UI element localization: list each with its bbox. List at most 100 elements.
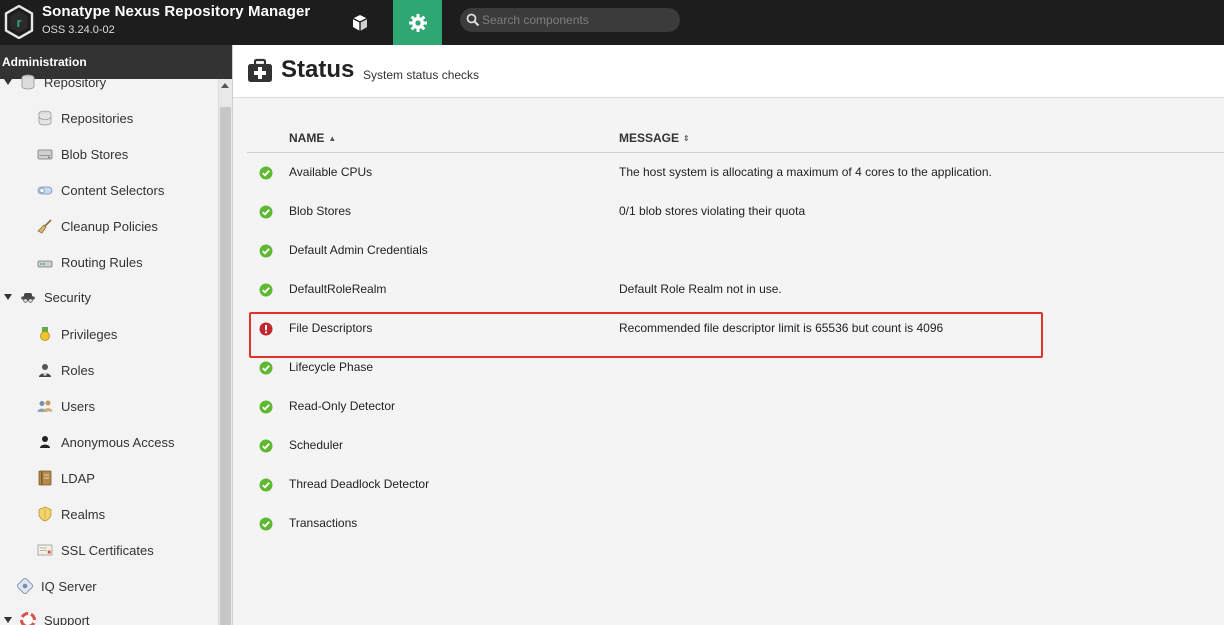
role-icon xyxy=(39,364,51,377)
table-header: NAME ▲ MESSAGE ⇕ xyxy=(247,120,1224,153)
sidebar-item-repositories[interactable]: Repositories xyxy=(37,106,133,130)
iq-icon xyxy=(17,578,33,594)
table-row[interactable]: Scheduler xyxy=(247,426,1224,465)
row-message: The host system is allocating a maximum … xyxy=(619,165,992,179)
sidebar-item-label: Users xyxy=(61,398,95,414)
row-name: File Descriptors xyxy=(289,321,373,335)
sidebar-item-label: Content Selectors xyxy=(61,182,165,198)
sidebar-item-label: Security xyxy=(44,289,91,305)
table-row[interactable]: Read-Only Detector xyxy=(247,387,1224,426)
medal-icon xyxy=(40,327,50,341)
sidebar-item-privileges[interactable]: Privileges xyxy=(37,322,117,346)
sidebar-item-iq-server[interactable]: IQ Server xyxy=(17,574,97,598)
search-icon xyxy=(466,13,480,27)
sidebar: Administration Repository Repositories B… xyxy=(0,45,233,625)
sidebar-item-label: Privileges xyxy=(61,326,118,342)
row-name: Scheduler xyxy=(289,438,344,452)
sidebar-item-anonymous-access[interactable]: Anonymous Access xyxy=(37,430,174,454)
sidebar-item-label: Repositories xyxy=(61,110,134,126)
table-row[interactable]: Lifecycle Phase xyxy=(247,348,1224,387)
sidebar-item-label: Repository xyxy=(44,74,107,90)
sidebar-item-routing-rules[interactable]: Routing Rules xyxy=(37,250,143,274)
database-icon xyxy=(38,110,52,126)
sidebar-item-content-selectors[interactable]: Content Selectors xyxy=(37,178,164,202)
column-header-message[interactable]: MESSAGE ⇕ xyxy=(619,131,690,145)
sidebar-item-ldap[interactable]: LDAP xyxy=(37,466,95,490)
shield-icon xyxy=(38,506,52,522)
drive-icon xyxy=(37,149,53,160)
row-name: Thread Deadlock Detector xyxy=(289,477,430,491)
scroll-up-arrow-icon[interactable] xyxy=(221,83,229,88)
sidebar-item-label: Blob Stores xyxy=(61,146,129,162)
nexus-logo-icon[interactable]: r xyxy=(4,5,34,39)
top-header: r Sonatype Nexus Repository Manager OSS … xyxy=(0,0,1224,45)
sidebar-item-support[interactable]: Support xyxy=(4,608,90,625)
certificate-icon xyxy=(37,544,53,556)
user-icon xyxy=(40,436,50,448)
users-icon xyxy=(37,400,53,412)
cube-icon xyxy=(352,14,368,31)
browse-button[interactable] xyxy=(336,0,384,45)
svg-text:r: r xyxy=(16,15,21,30)
row-message: Default Role Realm not in use. xyxy=(619,282,782,296)
sidebar-item-label: LDAP xyxy=(61,470,95,486)
page-title: Status xyxy=(281,56,355,83)
chevron-down-icon[interactable] xyxy=(4,79,12,85)
sidebar-item-label: Anonymous Access xyxy=(61,434,175,450)
selector-icon xyxy=(37,186,53,195)
sidebar-item-realms[interactable]: Realms xyxy=(37,502,105,526)
chevron-down-icon[interactable] xyxy=(4,617,12,623)
table-row[interactable]: Transactions xyxy=(247,504,1224,543)
sidebar-scrollbar[interactable] xyxy=(218,79,232,625)
table-row[interactable]: File Descriptors Recommended file descri… xyxy=(247,309,1224,348)
spy-icon xyxy=(21,293,35,303)
sidebar-item-label: Realms xyxy=(61,506,106,522)
page-subtitle: System status checks xyxy=(363,68,480,82)
table-row[interactable]: DefaultRoleRealm Default Role Realm not … xyxy=(247,270,1224,309)
check-circle-icon xyxy=(259,361,273,375)
table-row[interactable]: Blob Stores 0/1 blob stores violating th… xyxy=(247,192,1224,231)
sort-icon: ⇕ xyxy=(683,133,690,143)
administration-button[interactable] xyxy=(393,0,442,45)
chevron-down-icon[interactable] xyxy=(4,294,12,300)
scroll-thumb[interactable] xyxy=(220,107,231,625)
main-content: Status System status checks NAME ▲ MESSA… xyxy=(233,45,1224,625)
app-title: Sonatype Nexus Repository Manager xyxy=(42,3,311,20)
table-row[interactable]: Thread Deadlock Detector xyxy=(247,465,1224,504)
row-name: Read-Only Detector xyxy=(289,399,396,413)
row-message: Recommended file descriptor limit is 655… xyxy=(619,321,944,335)
sidebar-item-label: IQ Server xyxy=(41,578,97,594)
sidebar-item-label: Support xyxy=(44,612,90,625)
row-name: Default Admin Credentials xyxy=(289,243,428,257)
sidebar-item-users[interactable]: Users xyxy=(37,394,95,418)
sort-ascending-icon: ▲ xyxy=(328,133,337,143)
table-row[interactable]: Default Admin Credentials xyxy=(247,231,1224,270)
error-circle-icon xyxy=(259,322,273,336)
sidebar-item-roles[interactable]: Roles xyxy=(37,358,94,382)
row-message: 0/1 blob stores violating their quota xyxy=(619,204,806,218)
gear-icon xyxy=(408,13,427,32)
search-input[interactable] xyxy=(482,10,672,30)
app-version: OSS 3.24.0-02 xyxy=(42,24,115,36)
lifebuoy-icon xyxy=(20,612,36,625)
check-circle-icon xyxy=(259,400,273,414)
sidebar-item-label: Roles xyxy=(61,362,95,378)
row-name: Blob Stores xyxy=(289,204,352,218)
column-header-name[interactable]: NAME ▲ xyxy=(289,131,336,145)
search-box[interactable] xyxy=(460,8,680,32)
sidebar-item-security[interactable]: Security xyxy=(4,285,91,309)
sidebar-item-blob-stores[interactable]: Blob Stores xyxy=(37,142,128,166)
sidebar-item-ssl-certificates[interactable]: SSL Certificates xyxy=(37,538,154,562)
database-icon xyxy=(21,74,35,90)
status-table: NAME ▲ MESSAGE ⇕ Available CPUs The host… xyxy=(247,120,1224,543)
check-circle-icon xyxy=(259,244,273,258)
sidebar-item-label: Cleanup Policies xyxy=(61,218,158,234)
check-circle-icon xyxy=(259,205,273,219)
sidebar-item-cleanup-policies[interactable]: Cleanup Policies xyxy=(37,214,158,238)
check-circle-icon xyxy=(259,283,273,297)
broom-icon xyxy=(37,219,52,234)
table-row[interactable]: Available CPUs The host system is alloca… xyxy=(247,153,1224,192)
router-icon xyxy=(37,260,53,268)
book-icon xyxy=(38,470,52,486)
sidebar-item-repository[interactable]: Repository xyxy=(4,70,106,94)
